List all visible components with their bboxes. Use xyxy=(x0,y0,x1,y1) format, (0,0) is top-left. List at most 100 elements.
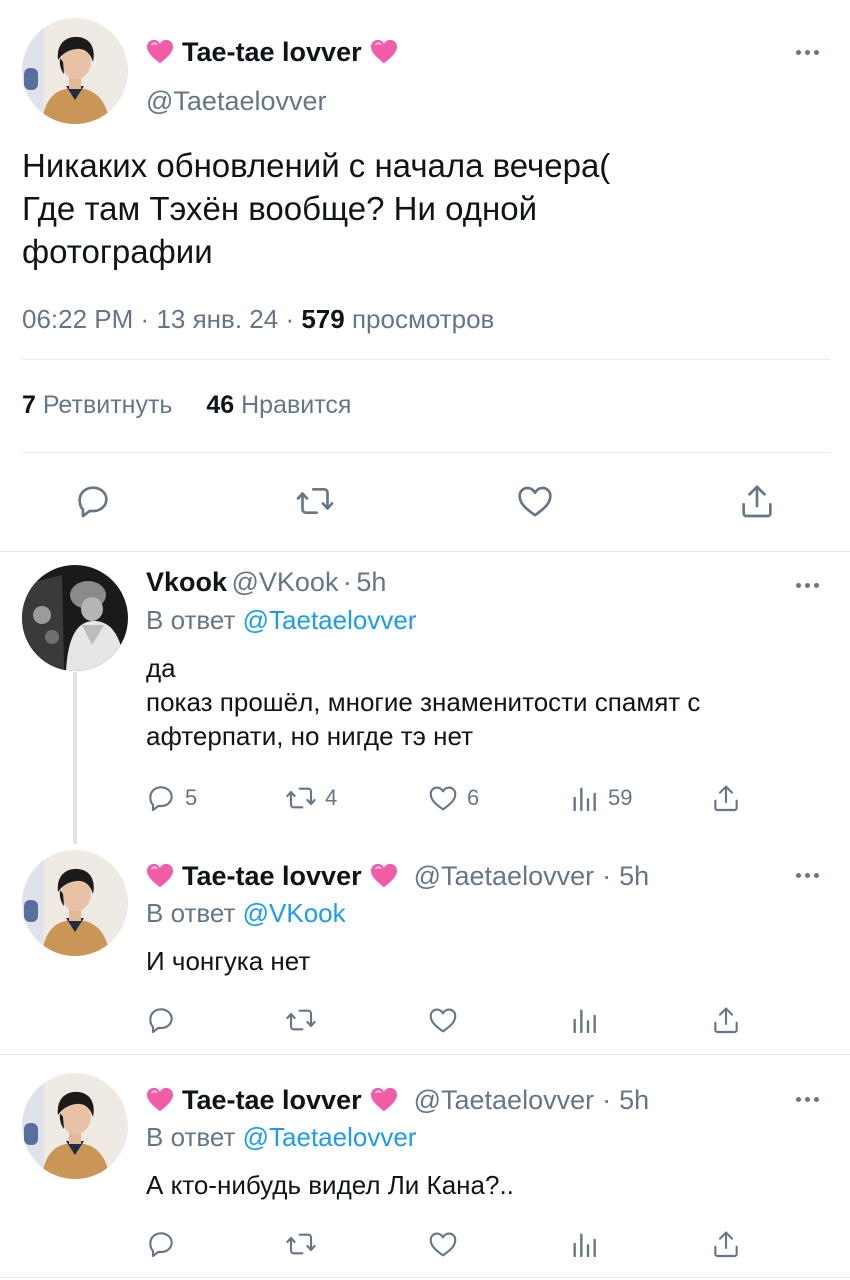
avatar[interactable] xyxy=(22,850,128,956)
tweet-meta: 06:22 PM · 13 янв. 24 · 579 просмотров xyxy=(22,304,494,335)
avatar[interactable] xyxy=(22,18,128,124)
share-button[interactable] xyxy=(710,782,742,814)
divider xyxy=(22,452,830,453)
like-button[interactable] xyxy=(515,481,555,521)
views-count: 579 xyxy=(301,304,345,334)
reply-time[interactable]: 5h xyxy=(619,1085,649,1116)
retweet-button[interactable]: 4 xyxy=(285,782,337,814)
views-button[interactable]: 59 xyxy=(568,782,632,814)
meta-separator: · xyxy=(285,304,295,334)
views-icon xyxy=(568,1228,600,1260)
views-icon xyxy=(568,1004,600,1036)
reply-time[interactable]: 5h xyxy=(619,861,649,892)
view-count: 59 xyxy=(608,785,633,810)
reply-button[interactable] xyxy=(145,1004,177,1036)
reply-button[interactable]: 5 xyxy=(145,782,197,814)
reply-count: 5 xyxy=(185,785,198,810)
reply-author-handle[interactable]: @Taetaelovver xyxy=(414,1085,595,1116)
views-label: просмотров xyxy=(351,304,495,334)
likes-label: Нравится xyxy=(241,391,352,419)
reply-author-handle[interactable]: @VKook xyxy=(231,567,338,597)
meta-separator: · xyxy=(602,1084,612,1115)
divider xyxy=(0,1054,850,1055)
retweets-stat[interactable]: 7 Ретвитнуть xyxy=(22,391,172,419)
reply-author-name[interactable]: Vkook xyxy=(146,567,227,597)
like-button[interactable] xyxy=(427,1228,459,1260)
reply-time[interactable]: 5h xyxy=(356,567,386,597)
share-button[interactable] xyxy=(737,481,777,521)
avatar[interactable] xyxy=(22,1073,128,1179)
like-icon xyxy=(515,481,555,521)
tweet-text-line: фотографии xyxy=(22,233,213,270)
retweet-button[interactable] xyxy=(285,1004,317,1036)
tweet-text-line: Никаких обновлений с начала вечера( xyxy=(22,147,611,184)
tweet-time[interactable]: 06:22 PM xyxy=(22,304,133,334)
pink-heart-emoji-icon xyxy=(146,1087,174,1113)
retweets-count: 7 xyxy=(22,391,36,419)
engagement-stats: 7 Ретвитнуть 46 Нравится xyxy=(22,391,351,420)
more-icon[interactable] xyxy=(792,47,822,57)
like-count: 6 xyxy=(467,785,480,810)
reply-to: В ответ @Taetaelovver xyxy=(146,1122,416,1153)
share-icon xyxy=(710,1228,742,1260)
share-icon xyxy=(737,481,777,521)
pink-heart-emoji-icon xyxy=(370,39,398,65)
pink-heart-emoji-icon xyxy=(146,863,174,889)
retweet-icon xyxy=(285,1228,317,1260)
retweet-icon xyxy=(295,481,335,521)
tweet-date[interactable]: 13 янв. 24 xyxy=(156,304,278,334)
share-button[interactable] xyxy=(710,1228,742,1260)
share-button[interactable] xyxy=(710,1004,742,1036)
author-handle[interactable]: @Taetaelovver xyxy=(146,86,327,117)
pink-heart-emoji-icon xyxy=(370,863,398,889)
reply-author-name[interactable]: Tae-tae lovver xyxy=(182,1085,362,1116)
reply-button[interactable] xyxy=(145,1228,177,1260)
more-icon[interactable] xyxy=(792,870,822,880)
meta-separator: · xyxy=(342,567,352,597)
reply-icon xyxy=(73,481,113,521)
pink-heart-emoji-icon xyxy=(146,39,174,65)
thread-line xyxy=(73,672,77,844)
views-button[interactable] xyxy=(568,1004,600,1036)
author-name: Tae-tae lovver xyxy=(182,36,362,67)
like-icon xyxy=(427,782,459,814)
author-name-row[interactable]: Tae-tae lovver xyxy=(146,34,398,70)
reply-to-prefix: В ответ xyxy=(146,898,236,928)
reply-text: А кто-нибудь видел Ли Кана?.. xyxy=(146,1170,514,1200)
reply-to: В ответ @VKook xyxy=(146,898,346,929)
reply-button[interactable] xyxy=(73,481,113,521)
avatar-image xyxy=(22,565,128,671)
like-button[interactable] xyxy=(427,1004,459,1036)
retweet-button[interactable] xyxy=(295,481,335,521)
reply-icon xyxy=(145,1228,177,1260)
retweet-button[interactable] xyxy=(285,1228,317,1260)
reply-to-mention[interactable]: @Taetaelovver xyxy=(243,605,417,635)
reply-to-prefix: В ответ xyxy=(146,605,236,635)
likes-count: 46 xyxy=(206,391,235,419)
divider xyxy=(0,1277,850,1278)
avatar-image xyxy=(22,1073,128,1179)
share-icon xyxy=(710,1004,742,1036)
likes-stat[interactable]: 46 Нравится xyxy=(206,391,351,419)
reply-text: да показ прошёл, многие знаменитости спа… xyxy=(146,653,701,751)
divider xyxy=(0,551,850,552)
reply-text: И чонгука нет xyxy=(146,946,311,976)
retweets-label: Ретвитнуть xyxy=(42,391,173,419)
reply-to-mention[interactable]: @Taetaelovver xyxy=(243,1122,417,1152)
avatar[interactable] xyxy=(22,565,128,671)
avatar-image xyxy=(22,850,128,956)
more-icon[interactable] xyxy=(792,580,822,590)
tweet-text: Никаких обновлений с начала вечера( Где … xyxy=(22,144,822,273)
share-icon xyxy=(710,782,742,814)
reply-author-name[interactable]: Tae-tae lovver xyxy=(182,861,362,892)
reply-to-prefix: В ответ xyxy=(146,1122,236,1152)
like-button[interactable]: 6 xyxy=(427,782,479,814)
more-icon[interactable] xyxy=(792,1094,822,1104)
retweet-count: 4 xyxy=(325,785,338,810)
views-button[interactable] xyxy=(568,1228,600,1260)
reply-to-mention[interactable]: @VKook xyxy=(243,898,346,928)
retweet-icon xyxy=(285,782,317,814)
reply-header: Vkook @VKook · 5h xyxy=(146,567,386,598)
reply-to: В ответ @Taetaelovver xyxy=(146,605,416,636)
reply-author-handle[interactable]: @Taetaelovver xyxy=(414,861,595,892)
